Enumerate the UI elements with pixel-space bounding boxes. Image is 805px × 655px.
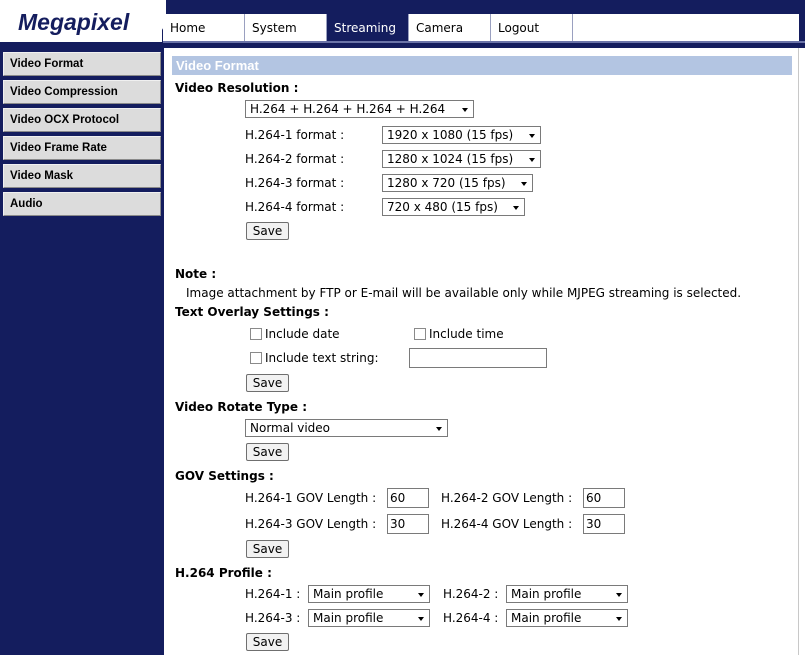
gov-3-input[interactable]: 30 — [387, 514, 429, 534]
gov-1-input[interactable]: 60 — [387, 488, 429, 508]
chevron-down-icon — [616, 617, 622, 621]
top-nav: Home System Streaming Camera Logout — [163, 14, 799, 41]
text-overlay-title: Text Overlay Settings : — [175, 305, 329, 319]
header-underline — [163, 41, 805, 43]
rotate-save-button[interactable]: Save — [246, 443, 289, 461]
profile-2-value: Main profile — [511, 587, 582, 601]
profile-3-value: Main profile — [313, 611, 384, 625]
note-text: Image attachment by FTP or E-mail will b… — [186, 286, 742, 300]
header-bar: Megapixel Home System Streaming Camera L… — [0, 0, 805, 48]
video-resolution-title: Video Resolution : — [175, 81, 299, 95]
right-edge — [798, 48, 805, 655]
sidebar-item-video-compression[interactable]: Video Compression — [3, 80, 161, 104]
resolution-mode-value: H.264 + H.264 + H.264 + H.264 — [250, 102, 446, 116]
chevron-down-icon — [436, 427, 442, 431]
chevron-down-icon — [616, 593, 622, 597]
profile-4-select[interactable]: Main profile — [506, 609, 628, 627]
profile-save-button[interactable]: Save — [246, 633, 289, 651]
tab-system[interactable]: System — [245, 14, 327, 41]
tab-streaming[interactable]: Streaming — [327, 14, 409, 41]
gov-save-button[interactable]: Save — [246, 540, 289, 558]
h264-1-format-label: H.264-1 format : — [245, 128, 345, 142]
chevron-down-icon — [529, 134, 535, 138]
chevron-down-icon — [529, 158, 535, 162]
page-title: Video Format — [172, 56, 792, 75]
profile-3-label: H.264-3 : — [245, 611, 301, 625]
sidebar-item-audio[interactable]: Audio — [3, 192, 161, 216]
rotate-value: Normal video — [250, 421, 331, 435]
profile-title: H.264 Profile : — [175, 566, 272, 580]
rotate-select[interactable]: Normal video — [245, 419, 448, 437]
h264-2-format-value: 1280 x 1024 (15 fps) — [387, 152, 514, 166]
profile-1-select[interactable]: Main profile — [308, 585, 430, 603]
gov-4-label: H.264-4 GOV Length : — [441, 517, 573, 531]
h264-2-format-select[interactable]: 1280 x 1024 (15 fps) — [382, 150, 541, 168]
gov-1-label: H.264-1 GOV Length : — [245, 491, 377, 505]
include-text-checkbox[interactable] — [250, 352, 262, 364]
chevron-down-icon — [513, 206, 519, 210]
chevron-down-icon — [521, 182, 527, 186]
profile-1-value: Main profile — [313, 587, 384, 601]
include-time-checkbox[interactable] — [414, 328, 426, 340]
overlay-text-input[interactable] — [409, 348, 547, 368]
include-time-label: Include time — [429, 327, 504, 341]
rotate-title: Video Rotate Type : — [175, 400, 307, 414]
profile-3-select[interactable]: Main profile — [308, 609, 430, 627]
video-resolution-save-button[interactable]: Save — [246, 222, 289, 240]
chevron-down-icon — [418, 593, 424, 597]
logo: Megapixel — [18, 9, 130, 35]
text-overlay-save-button[interactable]: Save — [246, 374, 289, 392]
profile-2-label: H.264-2 : — [443, 587, 499, 601]
h264-1-format-select[interactable]: 1920 x 1080 (15 fps) — [382, 126, 541, 144]
include-text-label: Include text string: — [265, 351, 379, 365]
sidebar-item-video-ocx-protocol[interactable]: Video OCX Protocol — [3, 108, 161, 132]
profile-4-value: Main profile — [511, 611, 582, 625]
profile-4-label: H.264-4 : — [443, 611, 499, 625]
top-nav-fill — [573, 14, 799, 41]
sidebar-item-video-frame-rate[interactable]: Video Frame Rate — [3, 136, 161, 160]
sidebar-item-video-mask[interactable]: Video Mask — [3, 164, 161, 188]
tab-camera[interactable]: Camera — [409, 14, 491, 41]
h264-4-format-select[interactable]: 720 x 480 (15 fps) — [382, 198, 525, 216]
h264-3-format-label: H.264-3 format : — [245, 176, 345, 190]
chevron-down-icon — [418, 617, 424, 621]
h264-4-format-value: 720 x 480 (15 fps) — [387, 200, 498, 214]
profile-2-select[interactable]: Main profile — [506, 585, 628, 603]
tab-home[interactable]: Home — [163, 14, 245, 41]
gov-4-input[interactable]: 30 — [583, 514, 625, 534]
gov-title: GOV Settings : — [175, 469, 274, 483]
h264-4-format-label: H.264-4 format : — [245, 200, 345, 214]
gov-3-label: H.264-3 GOV Length : — [245, 517, 377, 531]
h264-2-format-label: H.264-2 format : — [245, 152, 345, 166]
h264-1-format-value: 1920 x 1080 (15 fps) — [387, 128, 514, 142]
gov-2-input[interactable]: 60 — [583, 488, 625, 508]
note-title: Note : — [175, 267, 217, 281]
include-date-checkbox[interactable] — [250, 328, 262, 340]
include-date-label: Include date — [265, 327, 340, 341]
profile-1-label: H.264-1 : — [245, 587, 301, 601]
h264-3-format-select[interactable]: 1280 x 720 (15 fps) — [382, 174, 533, 192]
chevron-down-icon — [462, 108, 468, 112]
gov-2-label: H.264-2 GOV Length : — [441, 491, 573, 505]
resolution-mode-select[interactable]: H.264 + H.264 + H.264 + H.264 — [245, 100, 474, 118]
h264-3-format-value: 1280 x 720 (15 fps) — [387, 176, 506, 190]
sidebar-item-video-format[interactable]: Video Format — [3, 52, 161, 76]
tab-logout[interactable]: Logout — [491, 14, 573, 41]
